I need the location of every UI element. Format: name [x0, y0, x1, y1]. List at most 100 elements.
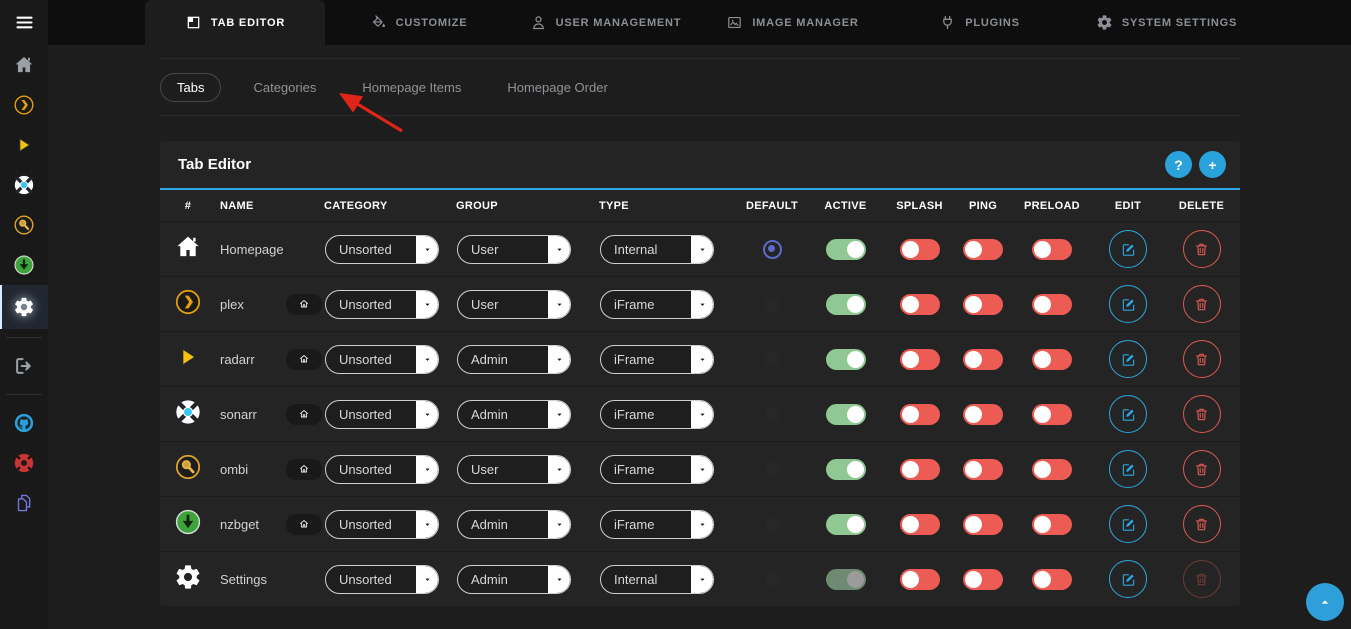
active-toggle[interactable]	[826, 459, 866, 480]
delete-button[interactable]	[1183, 395, 1221, 433]
toggle-knob	[1034, 516, 1051, 533]
nav-tab-customize[interactable]: CUSTOMIZE	[325, 0, 512, 45]
group-select[interactable]: Admin	[457, 565, 571, 594]
group-select[interactable]: User	[457, 455, 571, 484]
edit-button[interactable]	[1109, 340, 1147, 378]
group-select[interactable]: User	[457, 290, 571, 319]
category-select[interactable]: Unsorted	[325, 290, 439, 319]
type-select[interactable]: iFrame	[600, 290, 714, 319]
category-select[interactable]: Unsorted	[325, 235, 439, 264]
delete-button[interactable]	[1183, 285, 1221, 323]
splash-toggle[interactable]	[900, 349, 940, 370]
delete-button[interactable]	[1183, 340, 1221, 378]
preload-toggle[interactable]	[1032, 404, 1072, 425]
active-toggle[interactable]	[826, 239, 866, 260]
group-select-value: Admin	[458, 407, 548, 422]
nav-tab-plugins[interactable]: PLUGINS	[886, 0, 1073, 45]
column-header-category: CATEGORY	[320, 200, 388, 212]
scroll-top-button[interactable]	[1306, 583, 1344, 621]
preload-toggle[interactable]	[1032, 569, 1072, 590]
sidebar-item-docs[interactable]	[0, 483, 48, 523]
default-radio[interactable]	[763, 295, 782, 314]
category-select[interactable]: Unsorted	[325, 565, 439, 594]
edit-button[interactable]	[1109, 395, 1147, 433]
preload-toggle[interactable]	[1032, 514, 1072, 535]
preload-toggle[interactable]	[1032, 239, 1072, 260]
splash-toggle[interactable]	[900, 404, 940, 425]
subtab-tabs[interactable]: Tabs	[160, 73, 221, 102]
nav-tab-image-manager[interactable]: IMAGE MANAGER	[699, 0, 886, 45]
category-select[interactable]: Unsorted	[325, 510, 439, 539]
sidebar-item-nzbget[interactable]	[0, 245, 48, 285]
edit-button[interactable]	[1109, 230, 1147, 268]
edit-icon	[1120, 296, 1137, 313]
category-select[interactable]: Unsorted	[325, 400, 439, 429]
ping-toggle[interactable]	[963, 459, 1003, 480]
active-toggle[interactable]	[826, 294, 866, 315]
splash-toggle[interactable]	[900, 294, 940, 315]
type-select[interactable]: Internal	[600, 565, 714, 594]
ping-toggle[interactable]	[963, 294, 1003, 315]
sidebar-divider	[6, 337, 42, 338]
sidebar-item-logout[interactable]	[0, 346, 48, 386]
toggle-knob	[965, 406, 982, 423]
default-radio[interactable]	[763, 350, 782, 369]
type-select[interactable]: iFrame	[600, 400, 714, 429]
sidebar-item-radarr[interactable]	[0, 125, 48, 165]
preload-toggle[interactable]	[1032, 459, 1072, 480]
type-select[interactable]: iFrame	[600, 455, 714, 484]
delete-button[interactable]	[1183, 450, 1221, 488]
ping-toggle[interactable]	[963, 404, 1003, 425]
active-toggle[interactable]	[826, 514, 866, 535]
type-select[interactable]: Internal	[600, 235, 714, 264]
subtab-homepage-order[interactable]: Homepage Order	[493, 73, 621, 102]
ping-toggle[interactable]	[963, 349, 1003, 370]
group-select[interactable]: Admin	[457, 510, 571, 539]
active-toggle[interactable]	[826, 349, 866, 370]
subtab-categories[interactable]: Categories	[239, 73, 330, 102]
splash-toggle[interactable]	[900, 239, 940, 260]
edit-button[interactable]	[1109, 505, 1147, 543]
type-select[interactable]: iFrame	[600, 345, 714, 374]
preload-toggle[interactable]	[1032, 294, 1072, 315]
default-radio[interactable]	[763, 240, 782, 259]
sidebar-item-sonarr[interactable]	[0, 165, 48, 205]
nav-tab-user-management[interactable]: USER MANAGEMENT	[512, 0, 699, 45]
delete-button[interactable]	[1183, 230, 1221, 268]
ping-toggle[interactable]	[963, 239, 1003, 260]
edit-button[interactable]	[1109, 560, 1147, 598]
edit-button[interactable]	[1109, 450, 1147, 488]
group-select[interactable]: Admin	[457, 345, 571, 374]
sidebar-item-plex[interactable]	[0, 85, 48, 125]
caret-down-icon	[554, 519, 565, 530]
subtab-homepage-items[interactable]: Homepage Items	[348, 73, 475, 102]
edit-button[interactable]	[1109, 285, 1147, 323]
default-radio[interactable]	[763, 460, 782, 479]
sidebar-item-home[interactable]	[0, 45, 48, 85]
sidebar-item-settings[interactable]	[0, 285, 48, 329]
category-select[interactable]: Unsorted	[325, 455, 439, 484]
group-select[interactable]: User	[457, 235, 571, 264]
type-select[interactable]: iFrame	[600, 510, 714, 539]
sidebar-item-menu[interactable]	[0, 0, 48, 45]
nav-tab-system-settings[interactable]: SYSTEM SETTINGS	[1073, 0, 1260, 45]
splash-toggle[interactable]	[900, 459, 940, 480]
default-radio[interactable]	[763, 570, 782, 589]
preload-toggle[interactable]	[1032, 349, 1072, 370]
active-toggle[interactable]	[826, 404, 866, 425]
sidebar-item-github[interactable]	[0, 403, 48, 443]
default-radio[interactable]	[763, 515, 782, 534]
ping-toggle[interactable]	[963, 569, 1003, 590]
delete-button[interactable]	[1183, 505, 1221, 543]
splash-toggle[interactable]	[900, 569, 940, 590]
sidebar-item-ombi[interactable]	[0, 205, 48, 245]
default-radio[interactable]	[763, 405, 782, 424]
help-button[interactable]: ?	[1165, 151, 1192, 178]
ping-toggle[interactable]	[963, 514, 1003, 535]
nav-tab-tab-editor[interactable]: TAB EDITOR	[145, 0, 325, 45]
category-select[interactable]: Unsorted	[325, 345, 439, 374]
add-tab-button[interactable]: +	[1199, 151, 1226, 178]
group-select[interactable]: Admin	[457, 400, 571, 429]
sidebar-item-support[interactable]	[0, 443, 48, 483]
splash-toggle[interactable]	[900, 514, 940, 535]
